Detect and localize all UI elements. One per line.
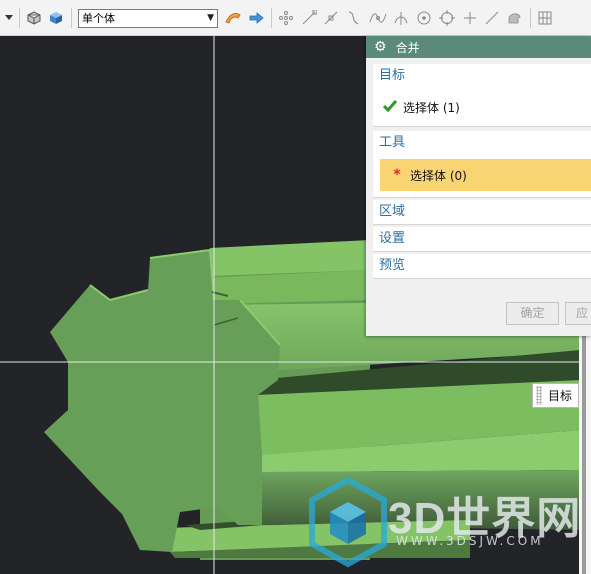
chevron-down-icon: ▼ — [207, 13, 214, 23]
toolbar-separator — [71, 8, 72, 28]
line-on-curve-icon[interactable] — [482, 9, 502, 27]
toolbar-separator — [19, 8, 20, 28]
watermark: 3D世界网 WWW.3DSJW.COM — [308, 478, 580, 568]
toolbar-separator — [271, 8, 272, 28]
tool-select-body-label: 选择体 (0) — [410, 168, 467, 183]
toolbar: 单个体 ▼ — [0, 0, 591, 36]
curve-point-icon[interactable] — [344, 9, 364, 27]
intersection-icon[interactable] — [391, 9, 411, 27]
gear-icon[interactable]: ⚙ — [374, 40, 387, 54]
dialog-title: 合并 — [395, 40, 420, 55]
region-section[interactable]: 区域 — [373, 200, 591, 225]
dropdown-arrow-icon[interactable] — [3, 9, 15, 27]
arrow-right-icon[interactable] — [247, 9, 265, 27]
preview-section[interactable]: 预览 — [373, 254, 591, 279]
ok-button[interactable]: 确定 — [506, 302, 559, 325]
tool-section: 工具 * 选择体 (0) — [373, 131, 591, 198]
target-section: 目标 选择体 (1) — [373, 64, 591, 127]
watermark-logo-icon — [309, 478, 387, 568]
grid-icon[interactable] — [535, 9, 555, 27]
circle-center-icon[interactable] — [414, 9, 434, 27]
settings-section[interactable]: 设置 — [373, 227, 591, 252]
tool-select-body-row[interactable]: * 选择体 (0) — [380, 159, 591, 191]
dialog-title-bar[interactable]: ⚙ 合并 — [366, 36, 591, 58]
target-select-body-row[interactable]: 选择体 (1) — [373, 88, 591, 126]
check-icon — [382, 99, 398, 115]
region-section-header[interactable]: 区域 — [373, 200, 591, 224]
selection-filter-value: 单个体 — [82, 12, 115, 25]
line-endpoint-icon[interactable] — [299, 9, 319, 27]
toolbar-separator — [530, 8, 531, 28]
snap-points-icon[interactable] — [276, 9, 296, 27]
merge-dialog: ⚙ 合并 目标 选择体 (1) 工具 * 选择体 (0) 区域 设置 预览 确定… — [366, 36, 591, 336]
tool-section-header[interactable]: 工具 — [373, 131, 591, 155]
watermark-url: WWW.3DSJW.COM — [396, 534, 544, 548]
tooltip-text: 目标 — [548, 389, 573, 403]
face-icon[interactable] — [504, 9, 524, 27]
spline-point-icon[interactable] — [367, 9, 389, 27]
target-section-header[interactable]: 目标 — [373, 64, 591, 88]
midpoint-icon[interactable] — [321, 9, 341, 27]
flag-select-icon[interactable] — [223, 9, 243, 27]
box-shaded-icon[interactable] — [25, 9, 43, 27]
selection-filter-select[interactable]: 单个体 ▼ — [78, 9, 218, 28]
preview-section-header[interactable]: 预览 — [373, 254, 591, 278]
cube-solid-icon[interactable] — [46, 9, 66, 27]
existing-point-icon[interactable] — [460, 9, 480, 27]
quadrant-icon[interactable] — [437, 9, 457, 27]
apply-button[interactable]: 应 — [565, 302, 591, 325]
required-asterisk-icon: * — [393, 167, 401, 183]
settings-section-header[interactable]: 设置 — [373, 227, 591, 251]
target-select-body-label: 选择体 (1) — [403, 100, 460, 115]
drag-grip-icon[interactable] — [536, 386, 542, 405]
selection-tooltip: 目标 — [532, 383, 579, 408]
